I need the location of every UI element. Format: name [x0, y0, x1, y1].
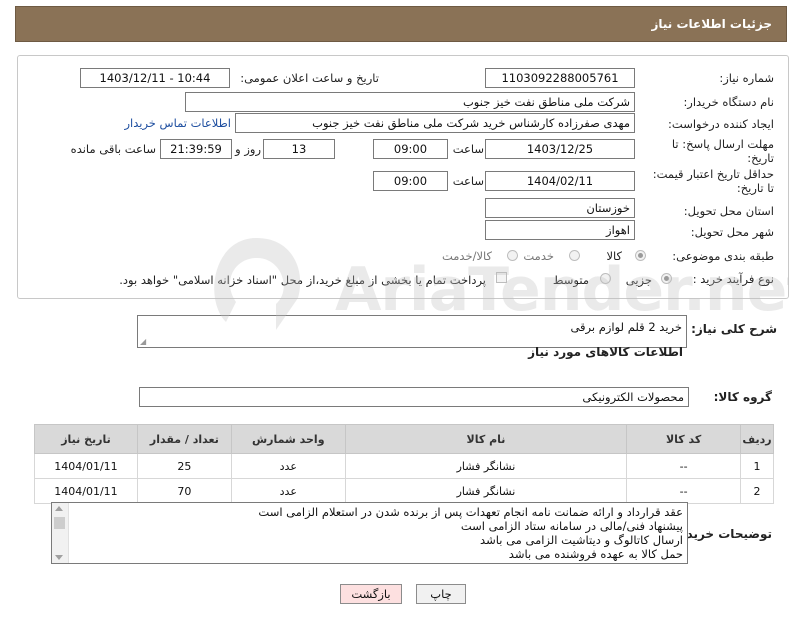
- process-option-minor: جزیی: [625, 273, 652, 287]
- cell-unit: عدد: [230, 453, 346, 479]
- process-label: نوع فرآیند خرید :: [692, 272, 774, 286]
- deadline-time-field: 09:00: [373, 139, 448, 159]
- back-button[interactable]: بازگشت: [340, 584, 402, 604]
- cell-date: 1404/01/11: [34, 478, 138, 504]
- cell-name: نشانگر فشار: [344, 478, 628, 504]
- cell-code: --: [626, 478, 742, 504]
- col-header-name: نام کالا: [344, 424, 628, 454]
- scrollbar-thumb[interactable]: [54, 517, 65, 529]
- col-header-qty: تعداد / مقدار: [136, 424, 232, 454]
- cell-unit: عدد: [230, 478, 346, 504]
- page-title: جزئیات اطلاعات نیاز: [651, 17, 772, 31]
- col-header-row: ردیف: [740, 424, 774, 454]
- need-number-label: شماره نیاز:: [719, 71, 774, 85]
- col-header-unit: واحد شمارش: [230, 424, 346, 454]
- goods-table: ردیف کد کالا نام کالا واحد شمارش تعداد /…: [34, 424, 774, 504]
- announce-label: تاریخ و ساعت اعلان عمومی:: [240, 71, 379, 85]
- validity-label: حداقل تاریخ اعتبار قیمت: تا تاریخ:: [652, 167, 774, 195]
- page-header: جزئیات اطلاعات نیاز: [15, 6, 787, 42]
- category-radio-goods[interactable]: [635, 250, 646, 261]
- summary-label: شرح کلی نیاز:: [691, 322, 777, 336]
- buyer-org-field: شرکت ملی مناطق نفت خیز جنوب: [185, 92, 635, 112]
- scroll-down-icon[interactable]: [55, 555, 63, 560]
- cell-date: 1404/01/11: [34, 453, 138, 479]
- cell-code: --: [626, 453, 742, 479]
- creator-field: مهدی صفرزاده کارشناس خرید شرکت ملی مناطق…: [235, 113, 635, 133]
- notes-line: ارسال کاتالوگ و دیتاشیت الزامی می باشد: [480, 533, 683, 547]
- col-header-date: تاریخ نیاز: [34, 424, 138, 454]
- buyer-org-label: نام دستگاه خریدار:: [683, 95, 774, 109]
- validity-date-field: 1404/02/11: [485, 171, 635, 191]
- cell-qty: 25: [136, 453, 232, 479]
- resize-grip-icon: ◢: [140, 337, 147, 346]
- cell-row-number: 1: [740, 453, 774, 479]
- province-field: خوزستان: [485, 198, 635, 218]
- category-radio-service[interactable]: [569, 250, 580, 261]
- category-option-goods-service: کالا/خدمت: [441, 249, 492, 263]
- days-remaining-field: 13: [263, 139, 335, 159]
- deadline-time-label: ساعت: [452, 142, 484, 156]
- goods-section-title: اطلاعات کالاهای مورد نیاز: [528, 345, 683, 359]
- province-label: استان محل تحویل:: [683, 204, 774, 218]
- validity-time-label: ساعت: [452, 174, 484, 188]
- scroll-up-icon[interactable]: [55, 506, 63, 511]
- process-option-medium: متوسط: [552, 273, 589, 287]
- creator-label: ایجاد کننده درخواست:: [668, 117, 774, 131]
- table-row: 1 -- نشانگر فشار عدد 25 1404/01/11: [34, 453, 774, 479]
- cell-row-number: 2: [740, 478, 774, 504]
- buyer-contact-link[interactable]: اطلاعات تماس خریدار: [124, 116, 231, 130]
- announce-field: 1403/12/11 - 10:44: [80, 68, 230, 88]
- process-radio-medium[interactable]: [600, 273, 611, 284]
- deadline-date-field: 1403/12/25: [485, 139, 635, 159]
- print-button[interactable]: چاپ: [416, 584, 466, 604]
- cell-name: نشانگر فشار: [344, 453, 628, 479]
- notes-field[interactable]: عقد قرارداد و ارائه ضمانت نامه انجام تعه…: [51, 502, 688, 564]
- treasury-payment-checkbox[interactable]: [496, 272, 507, 283]
- notes-line: عقد قرارداد و ارائه ضمانت نامه انجام تعه…: [258, 505, 683, 519]
- deadline-label: مهلت ارسال پاسخ: تا تاریخ:: [671, 137, 774, 165]
- cell-qty: 70: [136, 478, 232, 504]
- city-field: اهواز: [485, 220, 635, 240]
- city-label: شهر محل تحویل:: [690, 225, 774, 239]
- category-option-goods: کالا: [606, 249, 622, 263]
- notes-lines: عقد قرارداد و ارائه ضمانت نامه انجام تعه…: [258, 505, 683, 561]
- treasury-payment-note: پرداخت تمام یا بخشی از مبلغ خرید،از محل …: [119, 273, 486, 287]
- category-option-service: خدمت: [523, 249, 554, 263]
- table-header-row: ردیف کد کالا نام کالا واحد شمارش تعداد /…: [34, 424, 774, 454]
- goods-group-label: گروه کالا:: [713, 390, 772, 404]
- notes-line: حمل کالا به عهده فروشنده می باشد: [508, 547, 683, 561]
- remaining-time-label: ساعت باقی مانده: [70, 142, 156, 156]
- notes-scrollbar[interactable]: [52, 503, 69, 563]
- summary-text: خرید 2 قلم لوازم برقی: [570, 320, 682, 334]
- col-header-code: کد کالا: [626, 424, 742, 454]
- goods-group-field: محصولات الکترونیکی: [139, 387, 689, 407]
- summary-field: خرید 2 قلم لوازم برقی ◢: [137, 315, 687, 348]
- days-label: روز و: [235, 142, 261, 156]
- validity-time-field: 09:00: [373, 171, 448, 191]
- need-number-field: 1103092288005761: [485, 68, 635, 88]
- category-radio-goods-service[interactable]: [507, 250, 518, 261]
- category-label: طبقه بندی موضوعی:: [672, 249, 774, 263]
- process-radio-minor[interactable]: [661, 273, 672, 284]
- remaining-time-field: 21:39:59: [160, 139, 232, 159]
- table-row: 2 -- نشانگر فشار عدد 70 1404/01/11: [34, 478, 774, 504]
- notes-line: پیشنهاد فنی/مالی در سامانه ستاد الزامی ا…: [460, 519, 683, 533]
